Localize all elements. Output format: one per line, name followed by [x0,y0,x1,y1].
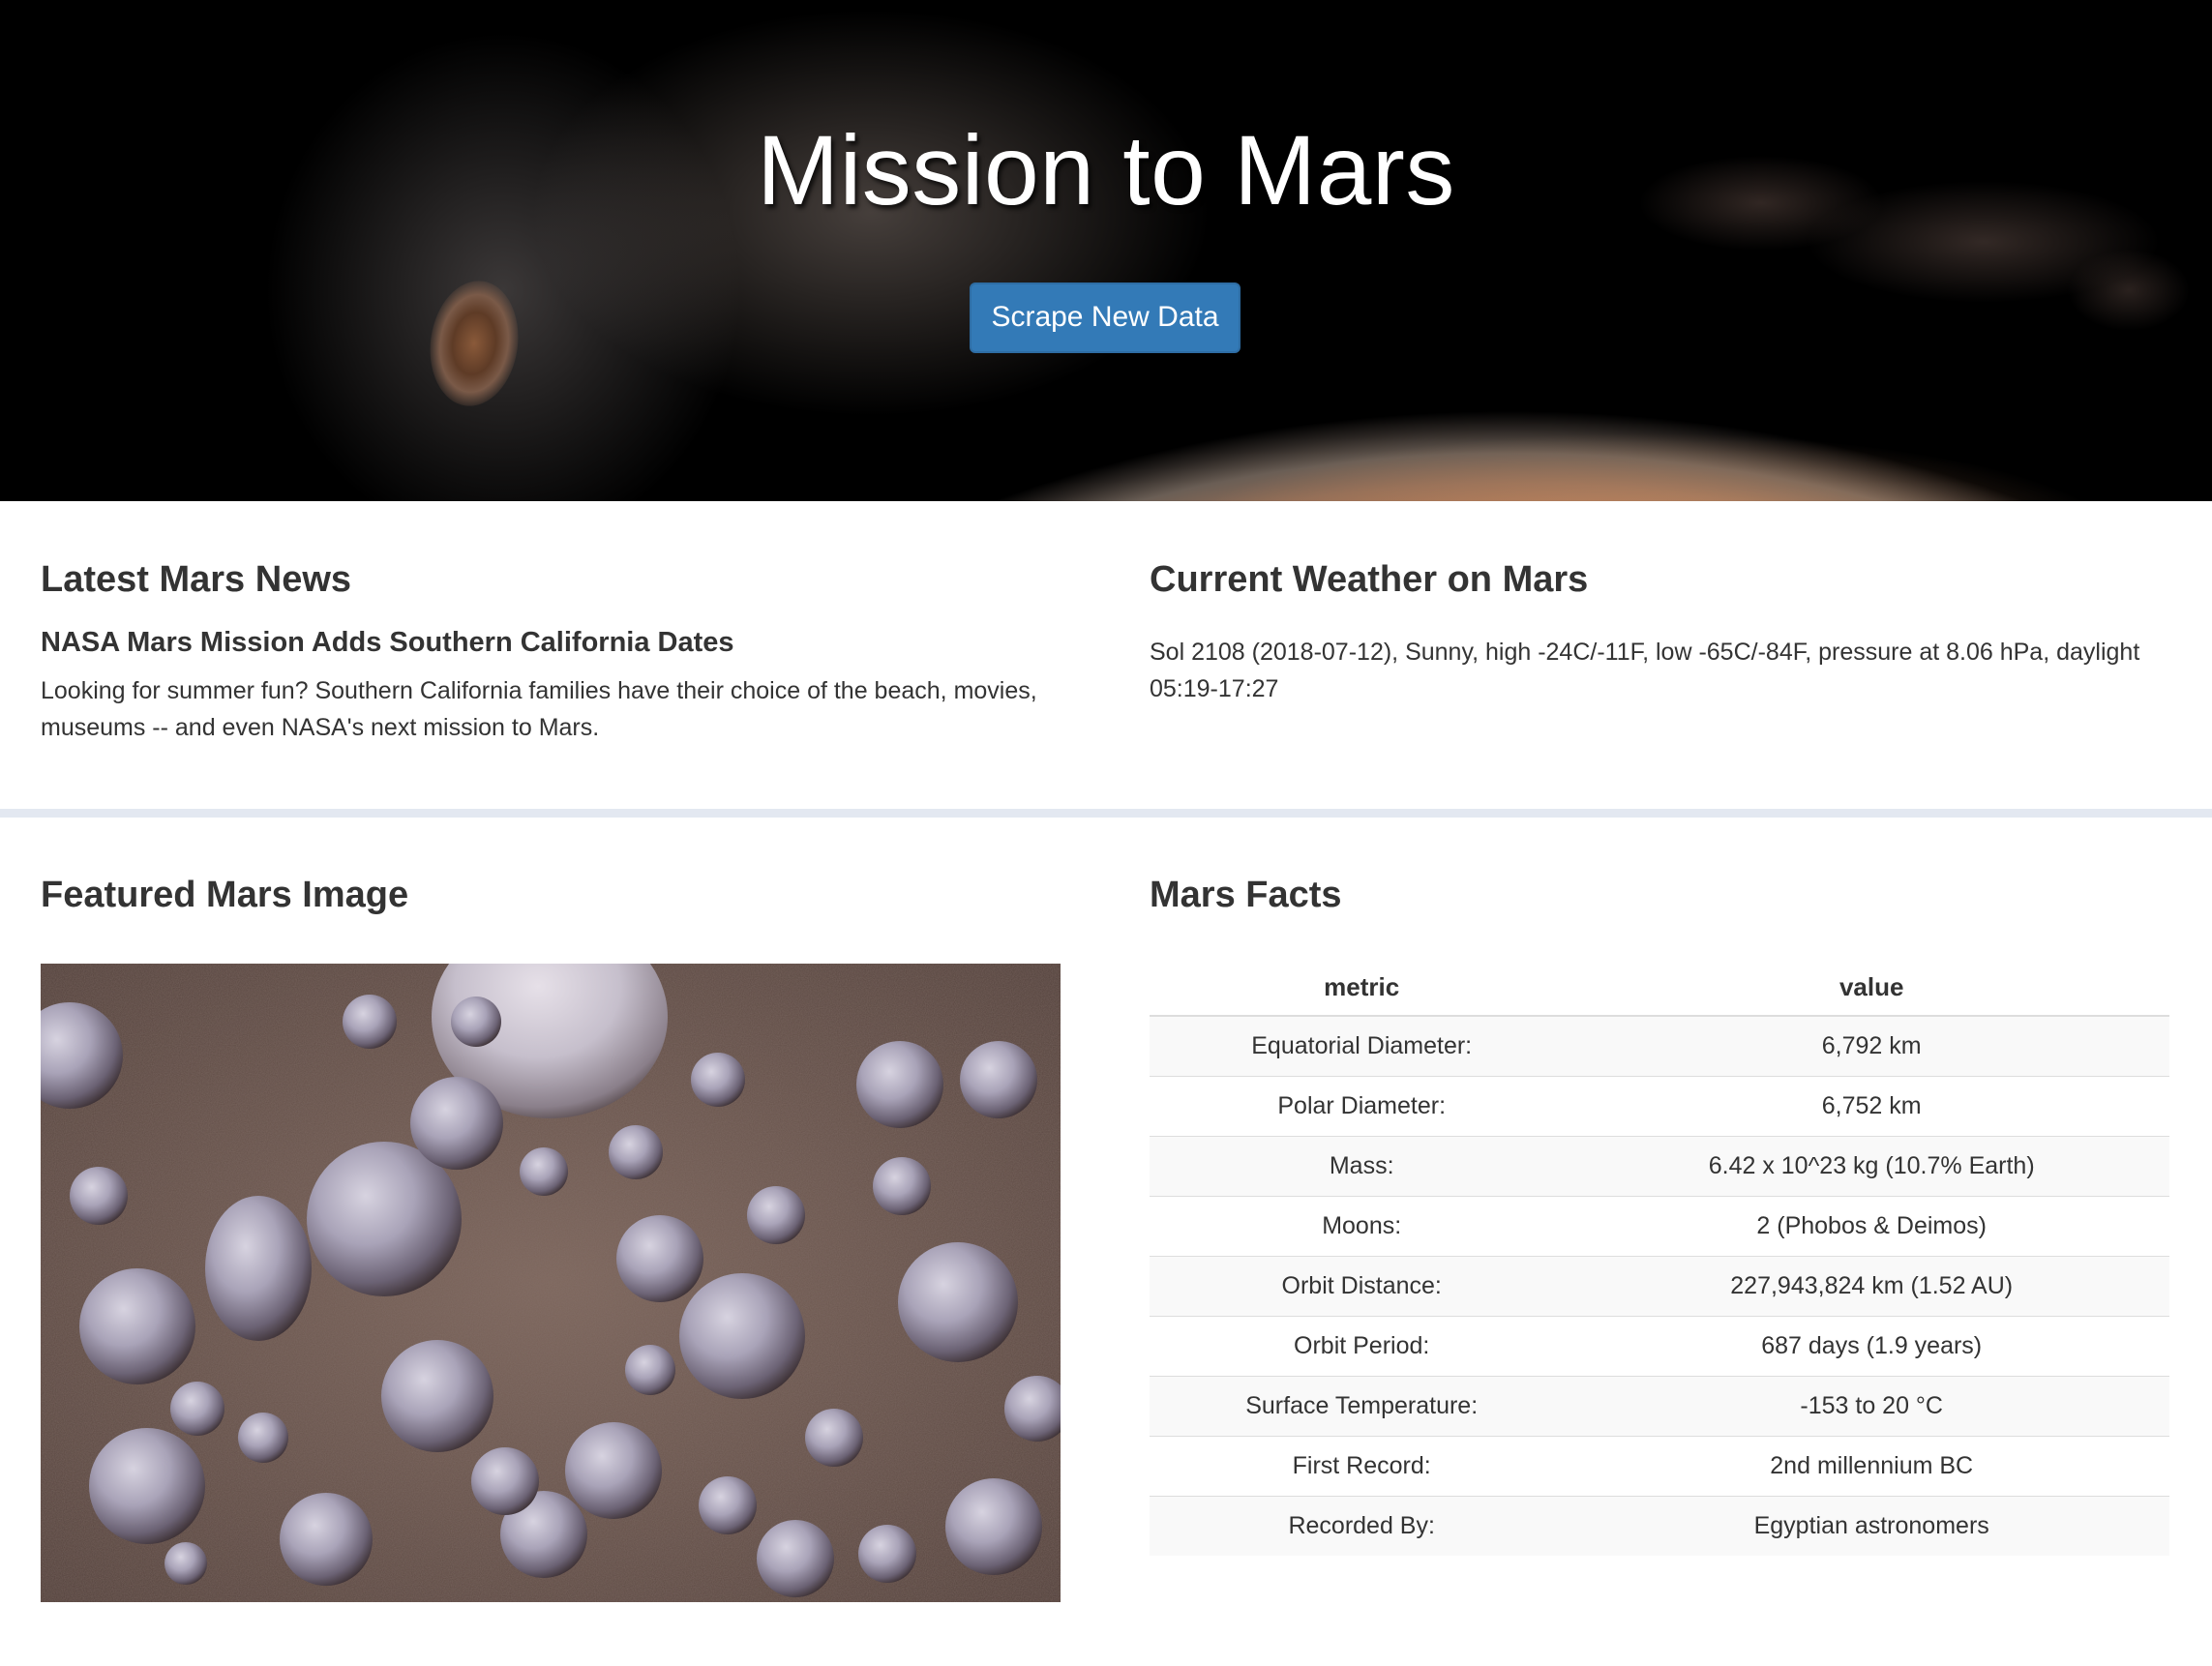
value-cell: 6,752 km [1573,1075,2169,1136]
section-divider [0,809,2212,818]
value-cell: 6.42 x 10^23 kg (10.7% Earth) [1573,1135,2169,1196]
news-weather-section: Latest Mars News NASA Mars Mission Adds … [0,501,2212,809]
value-cell: 2nd millennium BC [1573,1435,2169,1496]
news-title: NASA Mars Mission Adds Southern Californ… [41,626,734,658]
metric-cell: Surface Temperature: [1150,1375,1574,1436]
mars-facts-heading: Mars Facts [1150,875,1342,915]
value-cell: 6,792 km [1573,1015,2169,1076]
mars-facts-table: metric value Equatorial Diameter: 6,792 … [1150,960,2169,1556]
column-header-metric: metric [1150,960,1574,1017]
table-row: Equatorial Diameter: 6,792 km [1150,1015,2169,1076]
latest-news-heading: Latest Mars News [41,559,352,600]
news-paragraph: Looking for summer fun? Southern Califor… [41,676,1037,741]
value-cell: -153 to 20 °C [1573,1375,2169,1436]
table-header-row: metric value [1150,960,2169,1017]
value-cell: Egyptian astronomers [1573,1495,2169,1556]
column-header-value: value [1573,960,2169,1017]
table-row: Orbit Distance: 227,943,824 km (1.52 AU) [1150,1255,2169,1316]
featured-image-heading: Featured Mars Image [41,875,409,915]
table-row: First Record: 2nd millennium BC [1150,1435,2169,1496]
value-cell: 227,943,824 km (1.52 AU) [1573,1255,2169,1316]
image-facts-section: Featured Mars Image Mars Facts metric va… [0,818,2212,1666]
weather-text: Sol 2108 (2018-07-12), Sunny, high -24C/… [1150,638,2140,702]
metric-cell: Orbit Distance: [1150,1255,1574,1316]
mars-background-texture [0,0,2212,501]
metric-cell: Recorded By: [1150,1495,1574,1556]
metric-cell: First Record: [1150,1435,1574,1496]
weather-heading: Current Weather on Mars [1150,559,1589,600]
weather-panel: Current Weather on Mars Sol 2108 (2018-0… [1150,559,2169,707]
table-row: Surface Temperature: -153 to 20 °C [1150,1375,2169,1436]
scrape-new-data-button[interactable]: Scrape New Data [970,283,1241,353]
value-cell: 2 (Phobos & Deimos) [1573,1195,2169,1256]
metric-cell: Polar Diameter: [1150,1075,1574,1136]
table-row: Polar Diameter: 6,752 km [1150,1075,2169,1136]
table-row: Moons: 2 (Phobos & Deimos) [1150,1195,2169,1256]
table-row: Orbit Period: 687 days (1.9 years) [1150,1315,2169,1376]
metric-cell: Equatorial Diameter: [1150,1015,1574,1076]
featured-mars-image[interactable] [41,964,1061,1602]
table-row: Recorded By: Egyptian astronomers [1150,1495,2169,1556]
table-row: Mass: 6.42 x 10^23 kg (10.7% Earth) [1150,1135,2169,1196]
metric-cell: Moons: [1150,1195,1574,1256]
hero-banner: Mission to Mars Scrape New Data [0,0,2212,501]
page-title: Mission to Mars [757,115,1455,225]
metric-cell: Mass: [1150,1135,1574,1196]
blueberries-image [41,964,1061,1602]
metric-cell: Orbit Period: [1150,1315,1574,1376]
value-cell: 687 days (1.9 years) [1573,1315,2169,1376]
latest-news-panel: Latest Mars News NASA Mars Mission Adds … [41,559,1061,746]
